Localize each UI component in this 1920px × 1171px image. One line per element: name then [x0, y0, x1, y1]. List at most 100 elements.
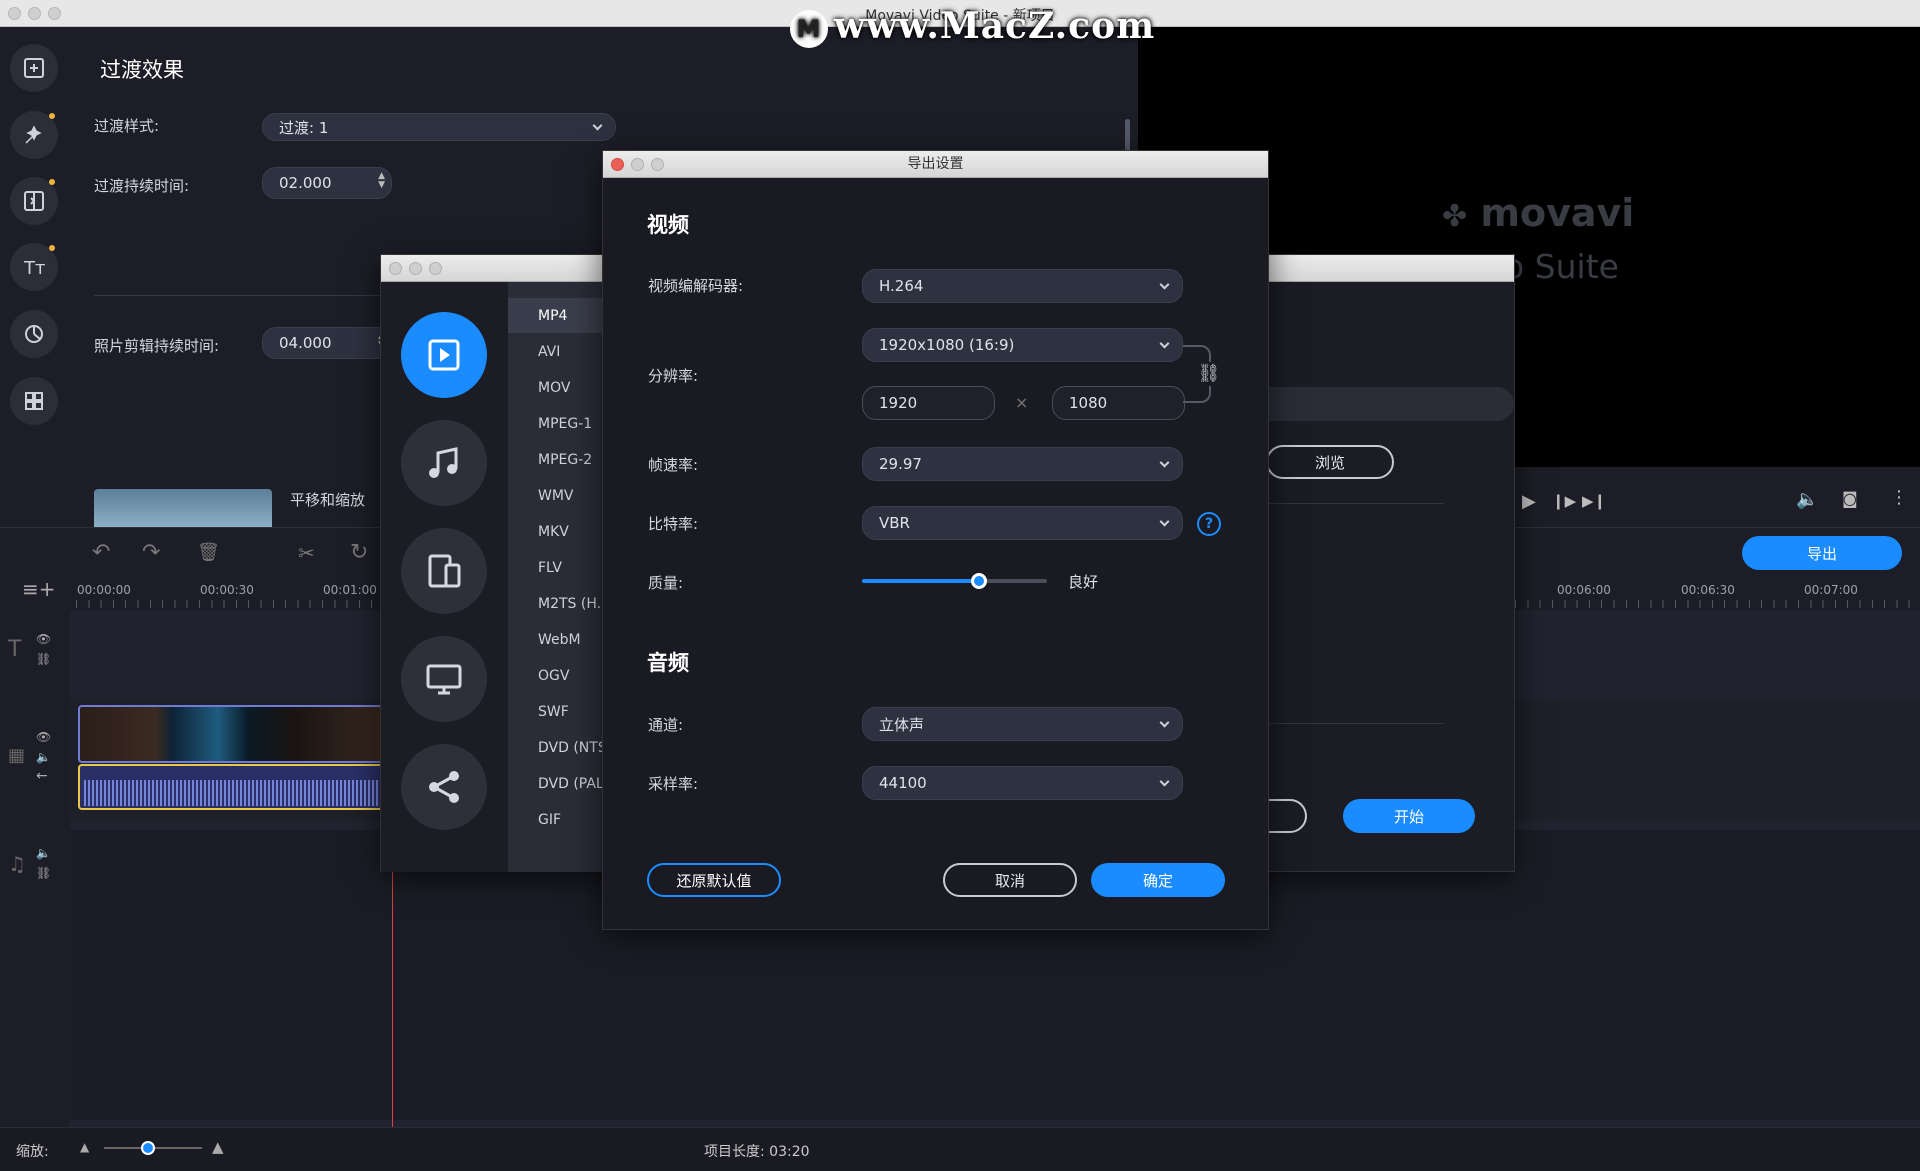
reset-defaults-button[interactable]: 还原默认值	[647, 863, 781, 897]
pan-zoom-thumbnail[interactable]	[94, 489, 272, 529]
link-aspect-icon[interactable]: ⛓	[1197, 362, 1221, 386]
category-devices[interactable]	[401, 528, 487, 614]
unlink-icon[interactable]: ⛓	[36, 866, 51, 880]
format-item[interactable]: AVI	[508, 334, 608, 369]
link-icon[interactable]: ⛓	[36, 652, 51, 666]
dialog-title: 导出设置	[907, 156, 964, 172]
help-icon[interactable]: ?	[1197, 512, 1221, 536]
add-media-button[interactable]	[10, 44, 58, 92]
channels-value: 立体声	[879, 715, 925, 734]
dialog-zoom-button[interactable]	[651, 158, 664, 171]
format-item[interactable]: MPEG-2	[508, 442, 608, 477]
dialog-close-button[interactable]	[611, 158, 624, 171]
height-value: 1080	[1069, 394, 1108, 412]
category-tv[interactable]	[401, 636, 487, 722]
export-button[interactable]: 导出	[1742, 536, 1902, 570]
quality-slider-fill	[862, 579, 979, 583]
visibility-icon[interactable]: 👁	[36, 632, 51, 646]
music-note-icon	[429, 447, 458, 478]
ok-button[interactable]: 确定	[1091, 863, 1225, 897]
magic-tools-button[interactable]	[10, 111, 58, 159]
codec-select[interactable]: H.264	[862, 269, 1183, 303]
height-input[interactable]: 1080	[1052, 386, 1185, 420]
audio-clip[interactable]	[78, 764, 388, 810]
export-category-list	[381, 282, 508, 872]
transition-style-select[interactable]: 过渡: 1	[262, 113, 616, 141]
quality-slider-handle[interactable]	[970, 573, 987, 589]
next-frame-icon[interactable]: ❙▶	[1552, 492, 1576, 510]
window-zoom-button[interactable]	[429, 262, 442, 275]
monitor-icon	[426, 664, 462, 695]
category-video-file[interactable]	[401, 312, 487, 398]
delete-icon[interactable]: 🗑	[197, 542, 220, 563]
window-close-button[interactable]	[389, 262, 402, 275]
redo-icon[interactable]: ↷	[142, 540, 160, 565]
panel-title: 过渡效果	[100, 58, 184, 82]
format-item[interactable]: WebM	[508, 622, 608, 657]
snapshot-icon[interactable]: ◙	[1842, 489, 1858, 508]
format-item[interactable]: DVD (PAL	[508, 766, 608, 801]
width-input[interactable]: 1920	[862, 386, 995, 420]
project-length: 项目长度: 03:20	[704, 1141, 810, 1161]
chevron-down-icon	[1159, 776, 1170, 787]
quality-label: 质量:	[648, 574, 684, 592]
transition-duration-value: 02.000	[279, 174, 332, 192]
samplerate-select[interactable]: 44100	[862, 766, 1183, 800]
transitions-button[interactable]	[10, 177, 58, 225]
filters-button[interactable]	[10, 310, 58, 358]
bitrate-select[interactable]: VBR	[862, 506, 1183, 540]
ruler-tick: 00:06:30	[1681, 583, 1735, 597]
format-item[interactable]: OGV	[508, 658, 608, 693]
volume-icon[interactable]: 🔈	[1796, 489, 1818, 510]
format-item[interactable]: DVD (NTS	[508, 730, 608, 765]
channels-select[interactable]: 立体声	[862, 707, 1183, 741]
format-item[interactable]: GIF	[508, 802, 608, 837]
ruler-tick: 00:07:00	[1804, 583, 1858, 597]
format-item[interactable]: WMV	[508, 478, 608, 513]
zoom-in-icon[interactable]: ▲	[212, 1138, 224, 1156]
start-export-button[interactable]: 开始	[1343, 799, 1475, 833]
chevron-down-icon	[1159, 338, 1170, 349]
transition-duration-stepper[interactable]: 02.000 ▲ ▼	[262, 167, 392, 199]
arrow-left-icon[interactable]: ←	[36, 768, 48, 784]
cut-icon[interactable]: ✂	[298, 541, 315, 565]
window-minimize-button[interactable]	[409, 262, 422, 275]
undo-icon[interactable]: ↶	[92, 540, 110, 565]
format-item[interactable]: MOV	[508, 370, 608, 405]
format-item[interactable]: MKV	[508, 514, 608, 549]
play-icon[interactable]: ▶	[1522, 491, 1536, 512]
more-tools-button[interactable]	[10, 377, 58, 425]
rotate-icon[interactable]: ↻	[350, 540, 368, 565]
photo-duration-stepper[interactable]: 04.000▲▼	[262, 327, 392, 359]
status-bar: 缩放: ▲ ▲ 项目长度: 03:20	[0, 1127, 1920, 1171]
quality-slider[interactable]	[862, 573, 1047, 589]
resolution-select[interactable]: 1920x1080 (16:9)	[862, 328, 1183, 362]
format-item[interactable]: SWF	[508, 694, 608, 729]
preview-brand-logo: ✤ movavi	[1442, 191, 1635, 235]
skip-end-icon[interactable]: ▶❙	[1582, 492, 1606, 510]
format-item[interactable]: MPEG-1	[508, 406, 608, 441]
ruler-tick: 00:00:30	[200, 583, 254, 597]
framerate-select[interactable]: 29.97	[862, 447, 1183, 481]
video-clip[interactable]	[78, 705, 388, 763]
category-share[interactable]	[401, 744, 487, 830]
titles-button[interactable]: Tт	[10, 243, 58, 291]
chevron-down-icon	[1159, 516, 1170, 527]
chevron-down-icon	[1159, 457, 1170, 468]
more-options-icon[interactable]: ⋮	[1890, 487, 1908, 508]
zoom-out-icon[interactable]: ▲	[80, 1140, 89, 1154]
zoom-slider-handle[interactable]	[141, 1141, 156, 1155]
format-item[interactable]: MP4	[508, 298, 608, 333]
format-item[interactable]: FLV	[508, 550, 608, 585]
dialog-minimize-button[interactable]	[631, 158, 644, 171]
format-list: MP4 AVI MOV MPEG-1 MPEG-2 WMV MKV FLV M2…	[508, 282, 608, 872]
mute-icon[interactable]: 🔈	[36, 750, 51, 764]
cancel-button[interactable]: 取消	[943, 863, 1077, 897]
category-audio[interactable]	[401, 420, 487, 506]
stepper-arrows-icon[interactable]: ▲▼	[378, 172, 385, 190]
add-track-icon[interactable]: ≡+	[22, 577, 56, 601]
visibility-icon[interactable]: 👁	[36, 730, 51, 744]
mute-icon[interactable]: 🔈	[36, 846, 51, 860]
browse-button[interactable]: 浏览	[1266, 445, 1394, 479]
format-item[interactable]: M2TS (H.	[508, 586, 608, 621]
